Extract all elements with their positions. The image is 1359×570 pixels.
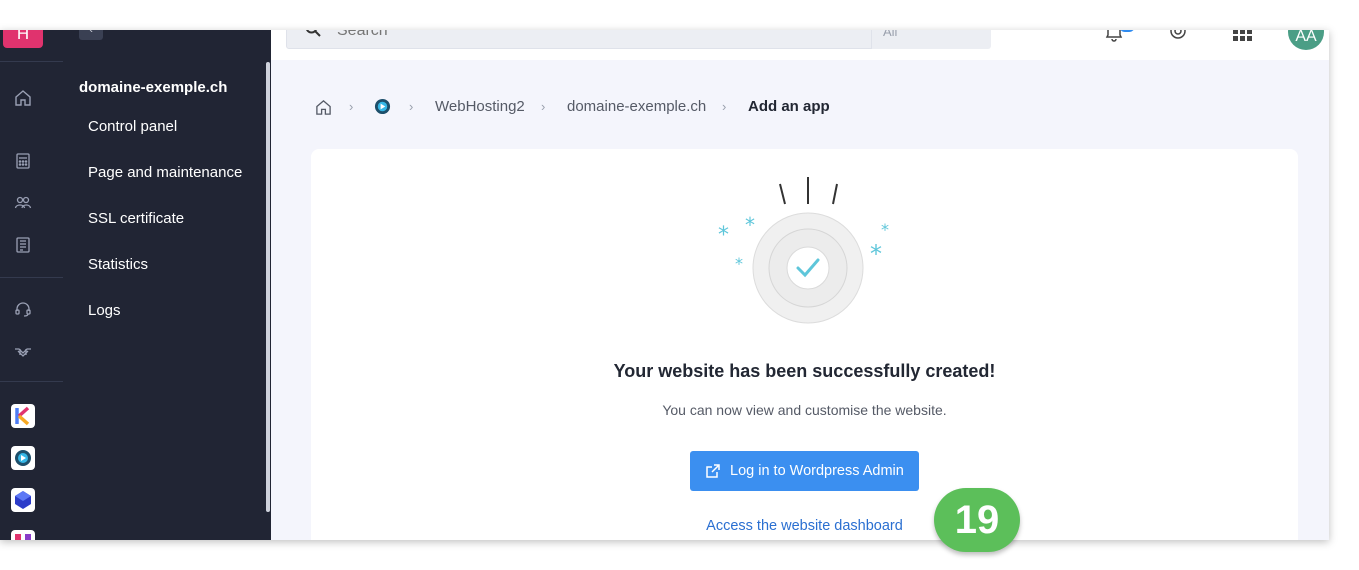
wordpress-admin-login-label: Log in to Wordpress Admin [730, 463, 904, 479]
search-icon [306, 30, 321, 37]
search-box [286, 30, 886, 49]
search-input[interactable] [337, 30, 857, 40]
avatar[interactable]: AA [1288, 30, 1324, 50]
partial-app-icon[interactable] [11, 530, 35, 540]
success-subtitle: You can now view and customise the websi… [662, 402, 947, 418]
kchat-app-icon[interactable] [11, 404, 35, 428]
breadcrumb: › › WebHosting2 › domaine-exemple.ch › A… [315, 97, 1015, 117]
breadcrumb-domain[interactable]: domaine-exemple.ch [567, 98, 706, 115]
brand-logo[interactable]: H [3, 30, 43, 48]
external-link-icon [706, 464, 720, 478]
step-number-badge: 19 [934, 488, 1020, 552]
sidebar-item-page-maintenance[interactable]: Page and maintenance [88, 164, 242, 181]
sidebar-item-logs[interactable]: Logs [88, 302, 121, 319]
app-window: H domaine-exemple.ch Control panel Page … [0, 30, 1329, 540]
sidebar-item-control-panel[interactable]: Control panel [88, 118, 177, 135]
breadcrumb-webhosting[interactable]: WebHosting2 [435, 98, 525, 115]
bell-icon[interactable] [1103, 30, 1125, 42]
home-icon[interactable] [14, 89, 32, 107]
rail-divider [0, 381, 63, 382]
success-title: Your website has been successfully creat… [613, 361, 996, 381]
invoice-icon[interactable] [14, 236, 32, 254]
rail-divider [0, 61, 63, 62]
chevron-right-icon: › [541, 99, 546, 114]
chevron-right-icon: › [409, 99, 414, 114]
main-content: › › WebHosting2 › domaine-exemple.ch › A… [271, 60, 1329, 540]
top-bar: All AA [271, 30, 1329, 60]
chevron-right-icon: › [722, 99, 727, 114]
users-icon[interactable] [14, 194, 32, 212]
apps-grid-icon[interactable] [1231, 30, 1253, 42]
search-scope-select[interactable]: All [871, 30, 991, 49]
svg-text:*: * [745, 213, 755, 237]
success-check-icon: * * * * * [718, 177, 889, 324]
success-card: * * * * * Your website has been successf… [311, 149, 1298, 540]
web-hosting-app-icon[interactable] [11, 446, 35, 470]
svg-text:*: * [718, 223, 729, 248]
help-icon[interactable] [1167, 30, 1189, 42]
sidebar-item-ssl-certificate[interactable]: SSL certificate [88, 210, 184, 227]
product-sidebar: ‹ domaine-exemple.ch Control panel Page … [63, 30, 271, 540]
svg-text:*: * [735, 254, 743, 273]
search-scope-value: All [883, 30, 898, 39]
rail-divider [0, 277, 63, 278]
website-dashboard-link[interactable]: Access the website dashboard [311, 518, 1298, 534]
sidebar-item-statistics[interactable]: Statistics [88, 256, 148, 273]
home-icon[interactable] [315, 99, 332, 116]
wordpress-admin-login-button[interactable]: Log in to Wordpress Admin [690, 451, 919, 491]
web-hosting-icon[interactable] [374, 98, 391, 115]
breadcrumb-current: Add an app [748, 98, 830, 115]
chevron-right-icon: › [349, 99, 354, 114]
calculator-icon[interactable] [14, 152, 32, 170]
svg-text:*: * [870, 240, 882, 268]
headset-icon[interactable] [14, 300, 32, 318]
cube-app-icon[interactable] [11, 488, 35, 512]
svg-text:*: * [881, 220, 889, 239]
sidebar-domain-title: domaine-exemple.ch [79, 79, 228, 96]
sidebar-scrollbar[interactable] [266, 62, 270, 512]
collapse-sidebar-button[interactable]: ‹ [79, 30, 103, 40]
collaboration-icon[interactable] [14, 343, 32, 361]
icon-rail: H [0, 30, 63, 540]
